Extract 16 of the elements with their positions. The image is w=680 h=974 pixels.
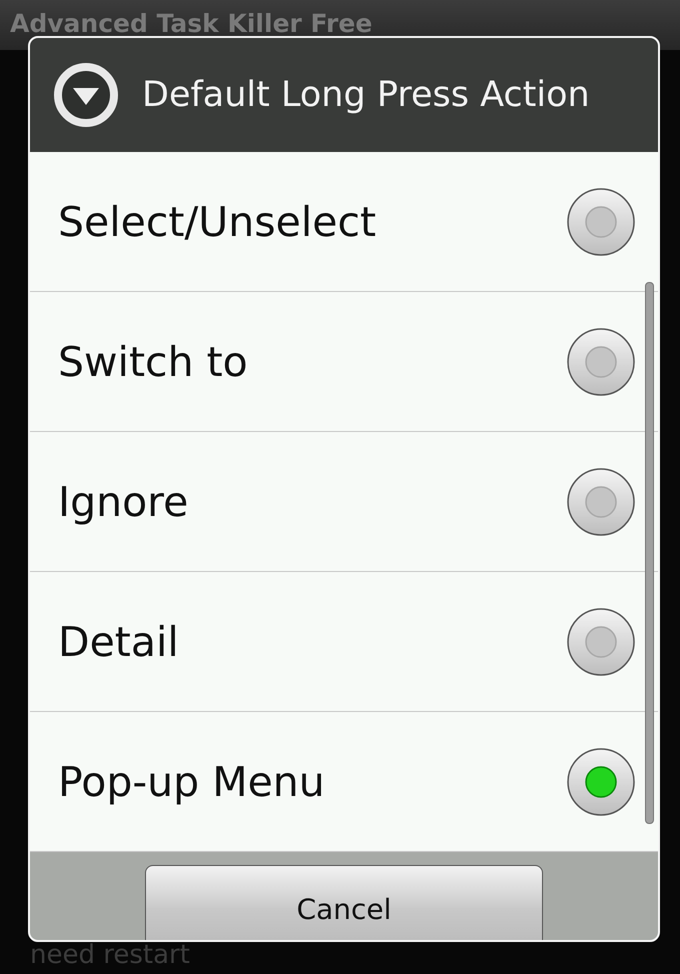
radio-button[interactable] — [566, 466, 636, 536]
dialog-title: Default Long Press Action — [142, 75, 590, 115]
option-row[interactable]: Select/Unselect — [30, 152, 658, 292]
dropdown-icon — [54, 63, 118, 127]
radio-button[interactable] — [566, 746, 636, 816]
option-label: Detail — [58, 618, 179, 666]
radio-button[interactable] — [566, 326, 636, 396]
cancel-button[interactable]: Cancel — [145, 865, 543, 940]
radio-button[interactable] — [566, 606, 636, 676]
app-title: Advanced Task Killer Free — [10, 8, 372, 40]
option-label: Ignore — [58, 478, 188, 526]
radio-button[interactable] — [566, 186, 636, 256]
option-label: Switch to — [58, 338, 248, 386]
option-label: Pop-up Menu — [58, 758, 325, 806]
option-label: Select/Unselect — [58, 198, 376, 246]
scrollbar[interactable] — [645, 282, 654, 824]
